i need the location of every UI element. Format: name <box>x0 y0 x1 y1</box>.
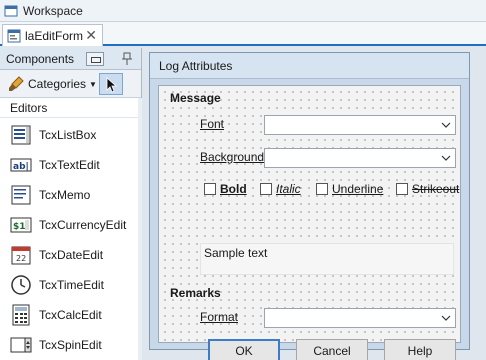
component-label: TcxListBox <box>39 128 97 142</box>
window-titlebar: Workspace <box>0 0 486 22</box>
component-list: TcxListBox ab| TcxTextEdit TcxMemo $1 Tc <box>0 120 138 360</box>
background-combo[interactable] <box>264 148 456 168</box>
component-label: TcxMemo <box>39 188 91 202</box>
component-tcxdateedit[interactable]: 22 TcxDateEdit <box>0 240 138 270</box>
brush-icon <box>9 76 24 91</box>
group-message: Message <box>170 91 221 105</box>
strikeout-checkbox[interactable]: Strikeout <box>396 182 459 196</box>
svg-text:ab|: ab| <box>13 162 29 172</box>
currency-icon: $1 <box>10 217 32 233</box>
component-tcxcurrencyedit[interactable]: $1 TcxCurrencyEdit <box>0 210 138 240</box>
component-label: TcxTextEdit <box>39 158 100 172</box>
bold-checkbox[interactable]: Bold <box>204 182 247 196</box>
italic-label: Italic <box>276 182 301 196</box>
calendar-icon: 22 <box>11 246 31 265</box>
components-toolbar: Categories ▼ <box>0 70 141 98</box>
memo-icon <box>11 185 31 205</box>
strikeout-label: Strikeout <box>412 182 460 196</box>
textedit-icon: ab| <box>10 158 32 172</box>
chevron-down-icon <box>441 155 451 161</box>
component-tcxmemo[interactable]: TcxMemo <box>0 180 138 210</box>
cursor-arrow-icon <box>106 77 118 93</box>
form-icon <box>7 29 21 42</box>
tab-laeditform[interactable]: laEditForm ✕ <box>2 24 103 46</box>
tab-label: laEditForm <box>25 28 84 43</box>
spin-icon <box>10 337 32 353</box>
component-label: TcxCalcEdit <box>39 308 102 322</box>
clock-icon <box>11 275 31 295</box>
checkbox-box <box>204 183 216 195</box>
component-tcxtextedit[interactable]: ab| TcxTextEdit <box>0 150 138 180</box>
components-scrollbar[interactable] <box>138 98 142 360</box>
sample-text-preview: Sample text <box>200 243 454 275</box>
background-label: Background <box>200 150 265 164</box>
underline-label: Underline <box>332 182 384 196</box>
component-tcxspinedit[interactable]: TcxSpinEdit <box>0 330 138 360</box>
components-pane: Components Categories ▼ Editors TcxListB… <box>0 48 142 360</box>
format-combo[interactable] <box>264 308 456 328</box>
font-label: Font <box>200 117 225 131</box>
view-toggle-icon[interactable] <box>86 52 104 66</box>
font-combo[interactable] <box>264 115 456 135</box>
ok-button[interactable]: OK <box>208 339 280 360</box>
calculator-icon <box>12 304 30 326</box>
section-editors: Editors <box>0 98 141 118</box>
group-remarks: Remarks <box>170 286 221 300</box>
components-header: Components <box>0 48 141 70</box>
close-icon[interactable]: ✕ <box>85 27 97 44</box>
svg-text:$1: $1 <box>13 222 26 232</box>
component-label: TcxDateEdit <box>39 248 104 262</box>
dropdown-arrow-icon: ▼ <box>89 79 97 89</box>
svg-text:22: 22 <box>16 254 26 263</box>
format-label: Format <box>200 310 239 324</box>
cancel-button[interactable]: Cancel <box>296 339 368 360</box>
designed-form[interactable]: Log Attributes Message Font Background B… <box>149 52 470 360</box>
component-label: TcxTimeEdit <box>39 278 104 292</box>
pin-icon[interactable] <box>120 51 134 67</box>
workspace-icon <box>4 5 18 16</box>
component-tcxlistbox[interactable]: TcxListBox <box>0 120 138 150</box>
listbox-icon <box>11 125 31 145</box>
component-tcxcalcedit[interactable]: TcxCalcEdit <box>0 300 138 330</box>
window-title: Workspace <box>23 3 83 18</box>
form-title: Log Attributes <box>150 53 469 79</box>
underline-checkbox[interactable]: Underline <box>316 182 383 196</box>
checkbox-box <box>396 183 408 195</box>
categories-label: Categories <box>28 77 87 91</box>
pointer-tool-button[interactable] <box>99 73 123 95</box>
checkbox-box <box>260 183 272 195</box>
component-label: TcxCurrencyEdit <box>39 218 127 232</box>
categories-button[interactable]: Categories ▼ <box>8 75 97 93</box>
component-tcxtimeedit[interactable]: TcxTimeEdit <box>0 270 138 300</box>
help-button[interactable]: Help <box>384 339 456 360</box>
italic-checkbox[interactable]: Italic <box>260 182 301 196</box>
document-tabs: laEditForm ✕ <box>0 22 486 46</box>
form-client-area[interactable]: Message Font Background Bold Italic Unde… <box>158 85 461 360</box>
chevron-down-icon <box>441 315 451 321</box>
components-title: Components <box>6 51 75 66</box>
checkbox-box <box>316 183 328 195</box>
bold-label: Bold <box>220 182 247 196</box>
component-label: TcxSpinEdit <box>39 338 102 352</box>
chevron-down-icon <box>441 122 451 128</box>
